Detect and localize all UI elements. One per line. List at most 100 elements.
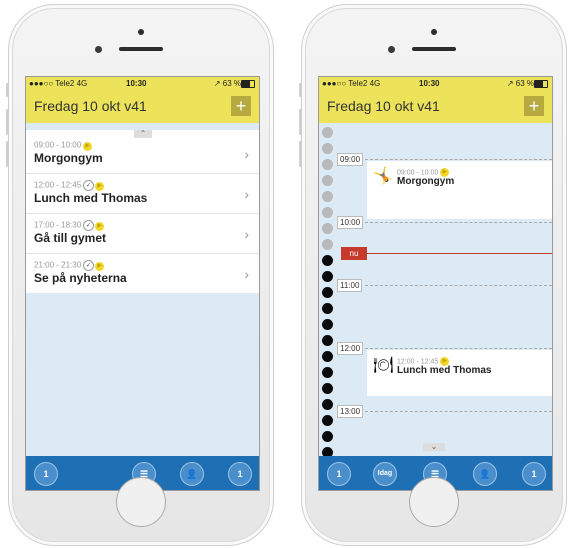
next-day-button[interactable]: 1	[228, 462, 252, 486]
volume-up-button	[6, 109, 9, 135]
chevron-right-icon: ›	[244, 146, 249, 162]
future-dot	[322, 319, 333, 330]
page-title: Fredag 10 okt v41	[34, 98, 147, 114]
activity-name: Morgongym	[34, 151, 103, 165]
list-item[interactable]: 09:00 - 10:00 ▶ Morgongym ›	[26, 134, 259, 173]
home-button[interactable]	[409, 477, 459, 527]
past-dot	[322, 159, 333, 170]
activity-list-area: ⌃ 09:00 - 10:00 ▶ Morgongym › 12:00 - 12:…	[26, 123, 259, 456]
earpiece-speaker	[412, 47, 456, 51]
activity-time: 21:00 - 21:30 ✓ ▶	[34, 260, 105, 271]
play-icon: ▶	[83, 142, 93, 151]
contacts-button[interactable]: 👤	[180, 462, 204, 486]
today-button[interactable]: Idag	[373, 462, 397, 486]
future-dot	[322, 415, 333, 426]
hour-line	[365, 411, 552, 412]
page-title: Fredag 10 okt v41	[327, 98, 440, 114]
screen-right: ●●●○○ Tele2 4G 10:30 ↗ 63 % Fredag 10 ok…	[318, 76, 553, 491]
status-bar: ●●●○○ Tele2 4G 10:30 ↗ 63 %	[319, 77, 552, 91]
activity-name: Lunch med Thomas	[34, 191, 148, 205]
activity-name: Gå till gymet	[34, 231, 107, 245]
play-icon: ▶	[95, 182, 105, 191]
list-item[interactable]: 12:00 - 12:45 ✓ ▶ Lunch med Thomas ›	[26, 173, 259, 213]
future-dot	[322, 335, 333, 346]
hour-line	[365, 348, 552, 349]
past-dot	[322, 207, 333, 218]
future-dot	[322, 383, 333, 394]
hour-label: 13:00	[337, 405, 364, 418]
chevron-right-icon: ›	[244, 186, 249, 202]
activity-time: 17:00 - 18:30 ✓ ▶	[34, 220, 105, 231]
activity-time: 12:00 - 12:45 ✓ ▶	[34, 180, 105, 191]
now-marker: nu	[341, 247, 367, 260]
next-day-button[interactable]: 1	[522, 462, 546, 486]
past-dot	[322, 191, 333, 202]
activity-time: 09:00 - 10:00 ▶	[34, 140, 93, 151]
future-dot	[322, 367, 333, 378]
future-dot	[322, 271, 333, 282]
future-dot	[322, 431, 333, 442]
home-button[interactable]	[116, 477, 166, 527]
event-name: Lunch med Thomas	[397, 365, 492, 376]
battery-percent: ↗ 63 %	[506, 79, 534, 88]
future-dot	[322, 255, 333, 266]
status-time: 10:30	[419, 79, 440, 88]
event-card[interactable]: 🍽 12:00 - 12:45 ▶ Lunch med Thomas	[367, 350, 552, 396]
list-item[interactable]: 17:00 - 18:30 ✓ ▶ Gå till gymet ›	[26, 213, 259, 253]
past-dot	[322, 127, 333, 138]
add-button[interactable]: +	[231, 96, 251, 116]
future-dot	[322, 399, 333, 410]
add-button[interactable]: +	[524, 96, 544, 116]
volume-up-button	[299, 109, 302, 135]
volume-down-button	[299, 141, 302, 167]
carrier-label: ●●●○○ Tele2 4G	[29, 79, 88, 88]
future-dot	[322, 303, 333, 314]
header: Fredag 10 okt v41 +	[319, 91, 552, 123]
battery-percent: ↗ 63 %	[213, 79, 241, 88]
check-icon: ✓	[83, 220, 95, 231]
phone-right: ●●●○○ Tele2 4G 10:30 ↗ 63 % Fredag 10 ok…	[299, 4, 567, 546]
past-dot	[322, 143, 333, 154]
check-icon: ✓	[83, 180, 95, 191]
event-card[interactable]: 🤸 09:00 - 10:00 ▶ Morgongym	[367, 161, 552, 219]
status-time: 10:30	[126, 79, 147, 88]
future-dot	[322, 287, 333, 298]
front-camera-icon	[95, 46, 102, 53]
screen-left: ●●●○○ Tele2 4G 10:30 ↗ 63 % Fredag 10 ok…	[25, 76, 260, 491]
hour-label: 09:00	[337, 153, 364, 166]
check-icon: ✓	[83, 260, 95, 271]
previous-day-button[interactable]: 1	[327, 462, 351, 486]
person-exercise-icon: 🤸	[373, 168, 393, 185]
camera-icon	[431, 29, 437, 35]
mute-switch	[6, 83, 9, 97]
list-item[interactable]: 21:00 - 21:30 ✓ ▶ Se på nyheterna ›	[26, 253, 259, 293]
phone-left: ●●●○○ Tele2 4G 10:30 ↗ 63 % Fredag 10 ok…	[6, 4, 274, 546]
mute-switch	[299, 83, 302, 97]
hour-line	[365, 159, 552, 160]
contacts-button[interactable]: 👤	[473, 462, 497, 486]
now-line	[367, 253, 552, 254]
lunch-plate-icon: 🍽	[373, 357, 394, 374]
expand-handle[interactable]: ⌄	[423, 443, 445, 451]
hour-line	[365, 285, 552, 286]
battery-icon	[534, 80, 548, 88]
hour-label: 11:00	[337, 279, 363, 292]
past-dot	[322, 223, 333, 234]
play-icon: ▶	[95, 262, 105, 271]
past-dot	[322, 239, 333, 250]
timeline-area: 09:00 🤸 09:00 - 10:00 ▶ Morgongym 10:00 n…	[319, 123, 552, 458]
carrier-label: ●●●○○ Tele2 4G	[322, 79, 381, 88]
past-dot	[322, 175, 333, 186]
volume-down-button	[6, 141, 9, 167]
activity-name: Se på nyheterna	[34, 271, 127, 285]
header: Fredag 10 okt v41 +	[26, 91, 259, 123]
chevron-right-icon: ›	[244, 266, 249, 282]
hour-line	[365, 222, 552, 223]
front-camera-icon	[388, 46, 395, 53]
camera-icon	[138, 29, 144, 35]
event-name: Morgongym	[397, 176, 455, 187]
previous-day-button[interactable]: 1	[34, 462, 58, 486]
activity-list: ⌃ 09:00 - 10:00 ▶ Morgongym › 12:00 - 12:…	[26, 130, 259, 293]
battery-icon	[241, 80, 255, 88]
chevron-right-icon: ›	[244, 226, 249, 242]
